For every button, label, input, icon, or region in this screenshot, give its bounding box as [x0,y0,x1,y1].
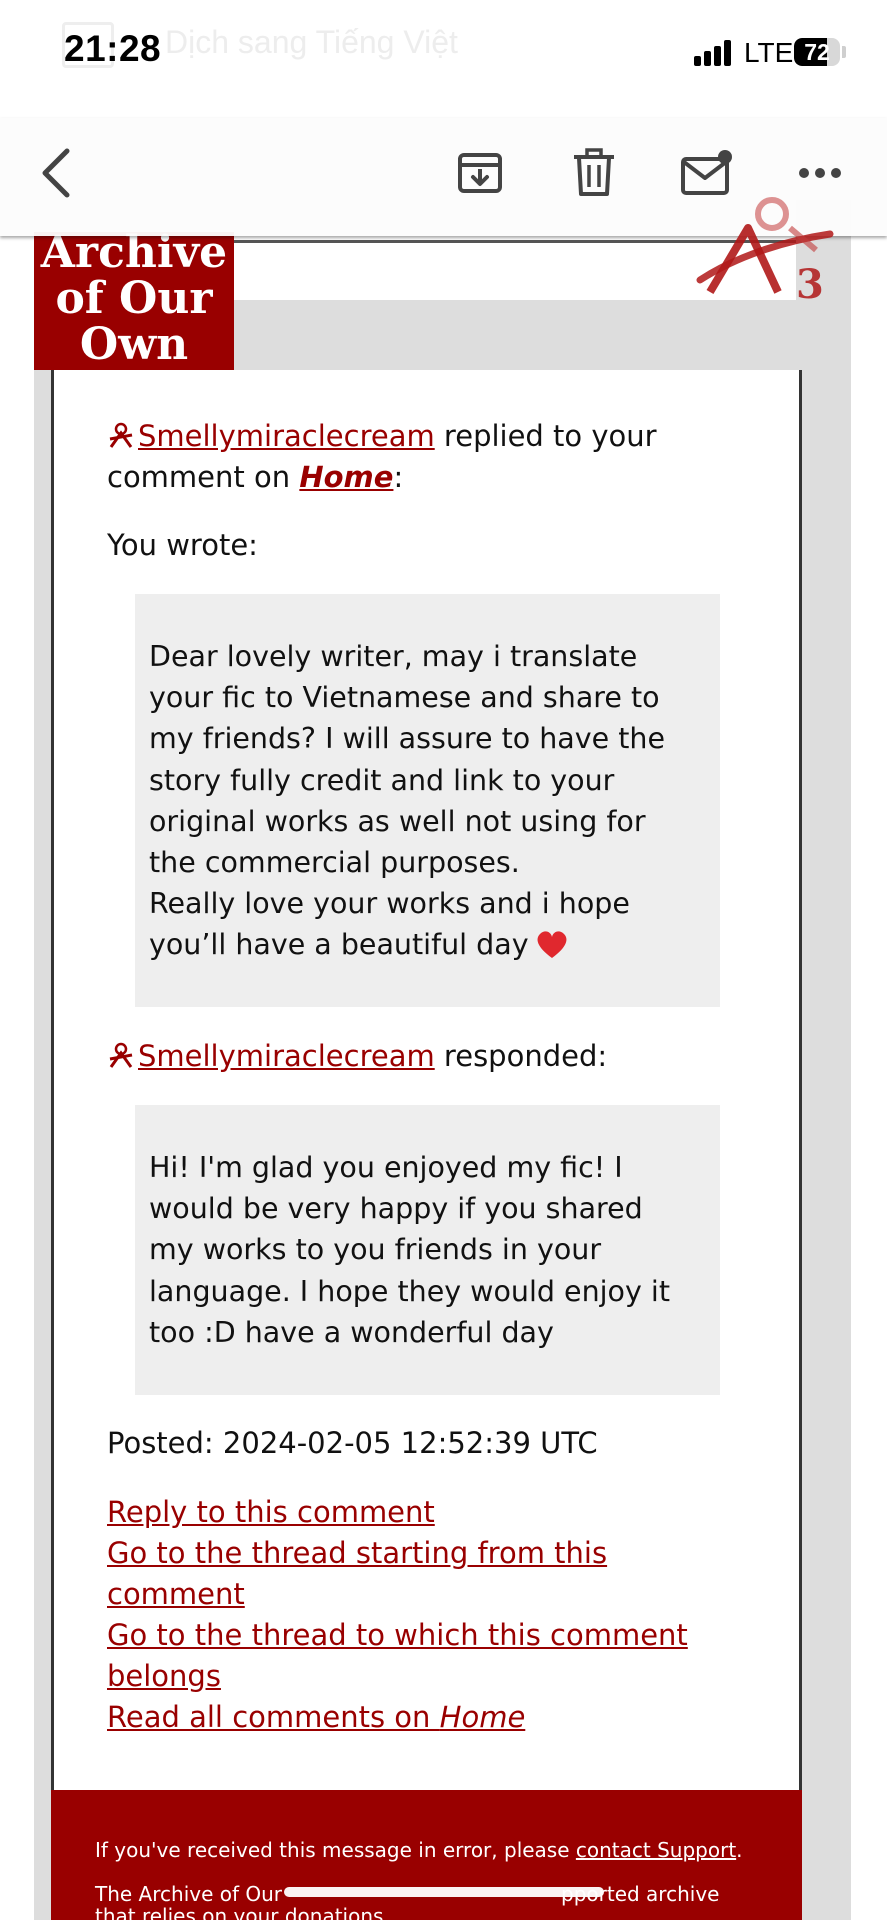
comment-line-with-heart: you’ll have a beautiful day [149,924,706,965]
reply-notice: Smellymiraclecream replied to your comme… [107,416,759,498]
responder-link[interactable]: Smellymiraclecream [138,1039,435,1073]
home-indicator[interactable] [284,1887,604,1897]
user-icon [109,1042,133,1068]
colon: : [393,460,404,494]
ellipsis-icon [799,168,841,178]
battery-icon: 72 [794,38,840,66]
wordmark-line-3: Own [79,319,189,370]
ao3-wordmark: Archive of Our Own [34,227,234,370]
response-notice: Smellymiraclecream responded: [107,1036,759,1077]
user-icon [109,422,133,448]
comment-line: you’ll have a beautiful day [149,928,529,962]
you-wrote-label: You wrote: [107,528,258,562]
signal-icon [694,40,738,66]
work-title-link[interactable]: Home [299,460,393,494]
response-line: would be very happy if you shared [149,1192,643,1226]
comment-line: story fully credit and link to your [149,763,615,797]
footer-archive-text: The Archive of Our [95,1882,283,1906]
response-quote: Hi! I'm glad you enjoyed my fic! I would… [135,1105,720,1395]
email-card: Smellymiraclecream replied to your comme… [51,370,802,1790]
response-line: Hi! I'm glad you enjoyed my fic! I [149,1151,623,1184]
thread-start-link[interactable]: Go to the thread starting from this [107,1536,607,1570]
response-line: my works to you friends in your [149,1233,602,1267]
read-all-comments-link[interactable]: Read all comments on Home [107,1700,525,1734]
battery-level: 72 [804,39,830,65]
footer-donations-line: that relies on your donations. [95,1904,390,1928]
responded-text: responded: [434,1039,608,1073]
chevron-left-icon [42,148,70,198]
contact-support-link[interactable]: contact Support [576,1838,736,1862]
trash-icon [574,148,614,196]
heart-emoji-icon [537,931,567,959]
footer-period: . [736,1838,743,1862]
comment-line: your fic to Vietnamese and share to [149,681,660,715]
footer-donations-text: that relies on your donations. [95,1904,390,1928]
footer-archive-line: The Archive of Our [95,1882,282,1906]
thread-start-link-cont[interactable]: comment [107,1577,245,1611]
archive-button[interactable] [452,142,508,204]
delete-button[interactable] [566,142,622,204]
read-all-text: Read all comments on [107,1700,440,1734]
comment-line: Dear lovely writer, may i translate [149,640,638,673]
thread-parent-link-cont[interactable]: belongs [107,1659,221,1693]
comment-line: original works as well not using for [149,804,646,838]
comment-line: the commercial purposes. [149,846,520,880]
reply-comment-link[interactable]: Reply to this comment [107,1495,435,1529]
battery-cap [842,46,846,58]
status-time: 21:28 [64,28,162,69]
comment-line: my friends? I will assure to have the [149,722,666,756]
footer-error-text: If you've received this message in error… [95,1838,576,1862]
wordmark-line-2: of Our [55,273,213,324]
archive-tray-icon [458,153,502,193]
comment-links: Reply to this comment Go to the thread s… [107,1492,759,1738]
reply-user-link[interactable]: Smellymiraclecream [138,419,435,453]
response-line: too :D have a wonderful day [149,1315,554,1349]
original-comment-quote: Dear lovely writer, may i translate your… [135,594,720,1007]
ao3-logo-icon: 3 [696,197,834,306]
network-type: LTE [744,37,794,68]
thread-parent-link[interactable]: Go to the thread to which this comment [107,1618,688,1652]
status-bar: Dịch sang Tiếng Việt 21:28 LTE 72 [0,0,887,100]
email-footer: If you've received this message in error… [51,1790,802,1928]
footer-error-line: If you've received this message in error… [95,1838,743,1862]
response-line: language. I hope they would enjoy it [149,1274,671,1308]
wordmark-line-1: Archive [40,227,228,278]
back-button[interactable] [30,142,80,204]
translate-banner-text: Dịch sang Tiếng Việt [165,24,458,60]
comment-line: Really love your works and i hope [149,887,630,921]
svg-text:3: 3 [796,261,824,306]
read-all-work-title: Home [439,1700,526,1734]
reply-text-2: comment on [107,460,300,494]
reply-text: replied to your [434,419,657,453]
posted-timestamp: Posted: 2024-02-05 12:52:39 UTC [107,1426,598,1460]
